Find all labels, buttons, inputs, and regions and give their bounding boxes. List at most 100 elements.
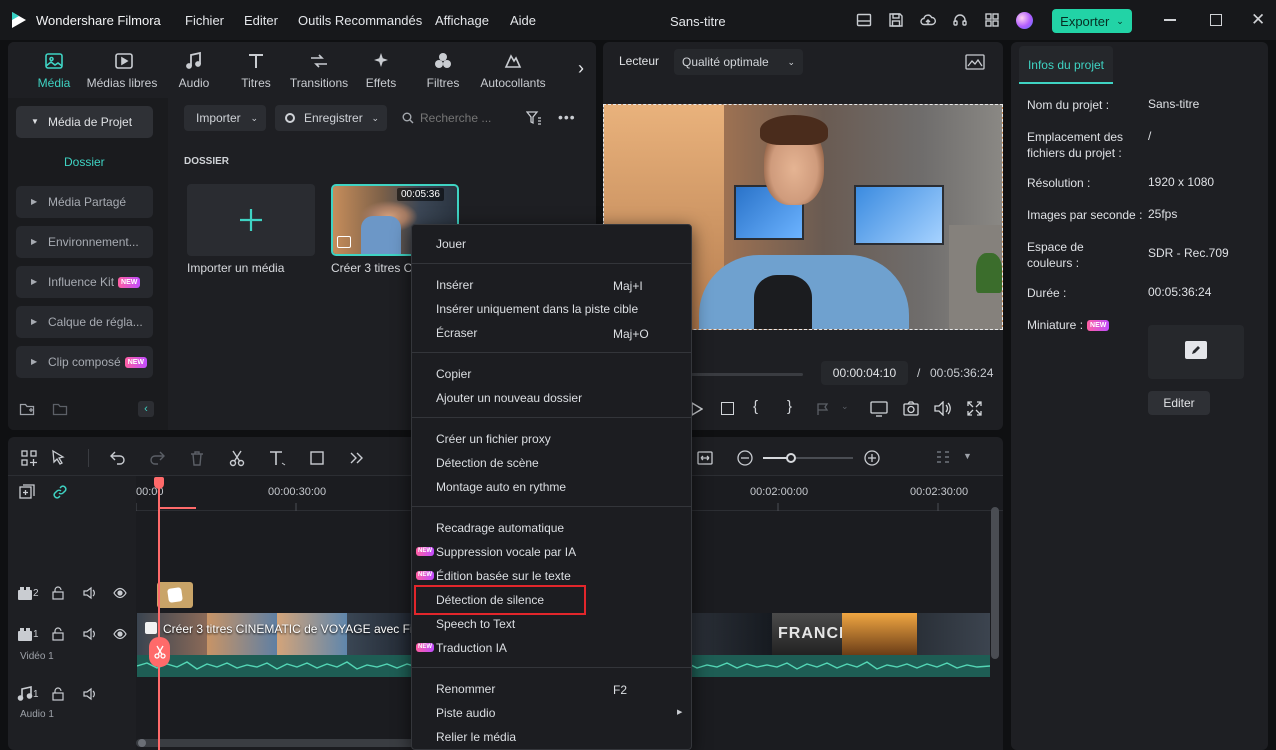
menu-fichier[interactable]: Fichier	[185, 13, 224, 28]
text-tool-icon[interactable]	[268, 449, 286, 467]
menu-editer[interactable]: Editer	[244, 13, 278, 28]
ctx-ai-vocal-remover[interactable]: Suppression vocale par IA	[436, 542, 576, 562]
menu-affichage[interactable]: Affichage	[435, 13, 489, 28]
delete-icon[interactable]	[188, 449, 206, 467]
caret-down-icon[interactable]: ▼	[963, 451, 972, 461]
thumbnail-box[interactable]	[1148, 325, 1244, 379]
sticker-clip[interactable]	[157, 582, 193, 608]
new-folder-icon[interactable]	[19, 401, 35, 417]
sidebar-folder[interactable]: Dossier	[64, 155, 105, 169]
layout-icon[interactable]	[856, 12, 872, 28]
zoom-slider-handle[interactable]	[786, 453, 796, 463]
sidebar-influence-kit[interactable]: ▶ Influence Kit NEW	[16, 266, 153, 298]
import-dropdown[interactable]: Importer ⌄	[184, 105, 266, 131]
sidebar-project-media[interactable]: ▼ Média de Projet	[16, 106, 153, 138]
edit-thumbnail-button[interactable]: Editer	[1148, 391, 1210, 415]
cloud-upload-icon[interactable]	[920, 12, 936, 28]
speaker-icon[interactable]	[83, 586, 99, 602]
quality-dropdown[interactable]: Qualité optimale ⌄	[674, 49, 803, 75]
export-button[interactable]: Exporter ⌄	[1052, 9, 1132, 33]
current-time[interactable]: 00:00:04:10	[821, 361, 908, 385]
ctx-overwrite[interactable]: Écraser	[436, 323, 477, 343]
mark-in-icon[interactable]: {	[753, 398, 758, 415]
ctx-audio-track[interactable]: Piste audio	[436, 703, 495, 723]
speaker-icon[interactable]	[83, 687, 99, 703]
ctx-auto-beat-sync[interactable]: Montage auto en rythme	[436, 477, 566, 497]
ctx-speech-to-text[interactable]: Speech to Text	[436, 614, 515, 634]
save-icon[interactable]	[888, 12, 904, 28]
tool-titles[interactable]: Titres	[221, 50, 291, 90]
lock-icon[interactable]	[51, 586, 67, 602]
fit-timeline-icon[interactable]	[696, 449, 714, 467]
horizontal-scrollbar[interactable]	[136, 739, 416, 747]
sidebar-adjustment-layer[interactable]: ▶ Calque de régla...	[16, 306, 153, 338]
shape-tool-icon[interactable]	[309, 449, 327, 467]
vertical-scrollbar[interactable]	[991, 507, 999, 659]
camera-icon[interactable]	[903, 401, 919, 416]
record-dropdown[interactable]: Enregistrer ⌄	[275, 105, 387, 131]
ctx-play[interactable]: Jouer	[436, 234, 466, 254]
more-options-icon[interactable]: •••	[558, 109, 576, 125]
playhead[interactable]	[158, 477, 160, 750]
more-tools-icon[interactable]	[348, 449, 366, 467]
lock-icon[interactable]	[51, 687, 67, 703]
user-avatar[interactable]	[1016, 12, 1033, 29]
ctx-new-folder[interactable]: Ajouter un nouveau dossier	[436, 388, 582, 408]
ctx-insert-target[interactable]: Insérer uniquement dans la piste cible	[436, 299, 638, 319]
ctx-scene-detection[interactable]: Détection de scène	[436, 453, 539, 473]
display-icon[interactable]	[870, 401, 888, 417]
tool-stickers[interactable]: Autocollants	[478, 50, 548, 90]
redo-icon[interactable]	[148, 449, 166, 467]
collapse-sidebar-button[interactable]: ‹	[138, 401, 154, 417]
tool-transitions[interactable]: Transitions	[284, 50, 354, 90]
split-scissors-icon[interactable]	[149, 637, 170, 667]
apps-grid-icon[interactable]	[984, 12, 1000, 28]
lock-icon[interactable]	[51, 627, 67, 643]
tool-media[interactable]: Média	[19, 50, 89, 90]
select-tool-icon[interactable]	[50, 449, 68, 467]
sidebar-shared-media[interactable]: ▶ Média Partagé	[16, 186, 153, 218]
filter-icon[interactable]	[526, 110, 542, 126]
tab-project-info[interactable]: Infos du projet	[1019, 46, 1113, 84]
zoom-out-icon[interactable]	[736, 449, 754, 467]
mark-out-icon[interactable]: }	[787, 398, 792, 415]
import-media-tile[interactable]	[187, 184, 315, 256]
tool-stock-media[interactable]: Médias libres	[87, 50, 159, 90]
minimize-button[interactable]	[1164, 19, 1176, 21]
ctx-relink-media[interactable]: Relier le média	[436, 727, 516, 747]
move-folder-icon[interactable]	[52, 401, 68, 417]
ctx-create-proxy[interactable]: Créer un fichier proxy	[436, 429, 551, 449]
stop-icon[interactable]	[721, 402, 734, 415]
scissors-icon[interactable]	[228, 449, 246, 467]
ctx-ai-translation[interactable]: Traduction IA	[436, 638, 507, 658]
ctx-rename[interactable]: Renommer	[436, 679, 495, 699]
ctx-copy[interactable]: Copier	[436, 364, 471, 384]
ctx-insert[interactable]: Insérer	[436, 275, 473, 295]
menu-outils[interactable]: Outils Recommandés	[298, 13, 422, 28]
search-input[interactable]	[420, 106, 510, 130]
tool-effects[interactable]: Effets	[346, 50, 416, 90]
eye-icon[interactable]	[113, 587, 129, 603]
toolbar-next-arrow[interactable]: ›	[578, 58, 584, 79]
add-track-icon[interactable]	[19, 484, 35, 500]
playhead-handle[interactable]	[154, 477, 164, 489]
ctx-auto-reframe[interactable]: Recadrage automatique	[436, 518, 564, 538]
chevron-down-icon[interactable]: ⌄	[841, 401, 849, 412]
tool-audio[interactable]: Audio	[159, 50, 229, 90]
marker-icon[interactable]	[816, 402, 830, 416]
playback-progress[interactable]	[691, 373, 803, 376]
sidebar-environment[interactable]: ▶ Environnement...	[16, 226, 153, 258]
layout-grid-icon[interactable]	[20, 449, 38, 467]
sidebar-compound-clip[interactable]: ▶ Clip composé NEW	[16, 346, 153, 378]
snapshot-view-icon[interactable]	[965, 54, 985, 70]
track-height-icon[interactable]	[934, 449, 952, 467]
ctx-text-based-editing[interactable]: Édition basée sur le texte	[436, 566, 571, 586]
ctx-silence-detection[interactable]: Détection de silence	[436, 590, 544, 610]
close-button[interactable]: ✕	[1251, 11, 1265, 28]
speaker-icon[interactable]	[83, 627, 99, 643]
play-icon[interactable]	[691, 402, 703, 416]
headset-icon[interactable]	[952, 12, 968, 28]
volume-icon[interactable]	[934, 401, 952, 416]
fullscreen-icon[interactable]	[967, 401, 982, 416]
player-tab[interactable]: Lecteur	[619, 54, 659, 68]
